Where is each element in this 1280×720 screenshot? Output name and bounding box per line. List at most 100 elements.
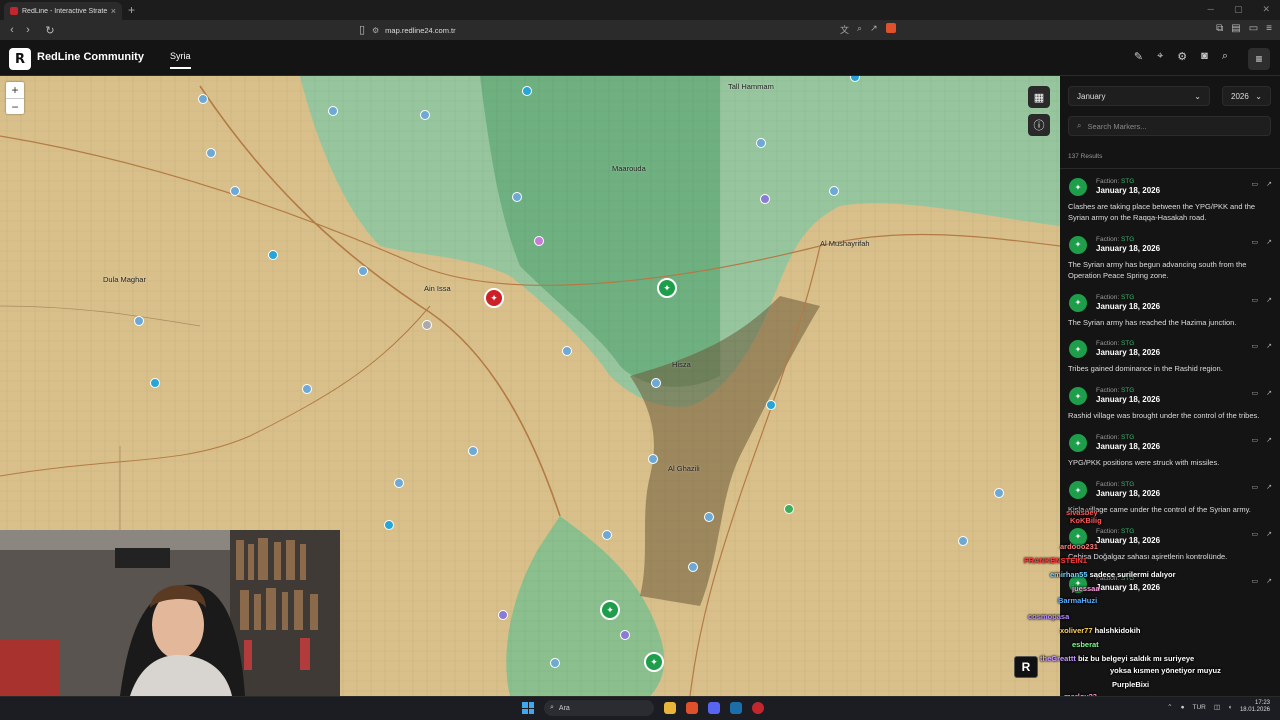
poi-pin-icon[interactable] xyxy=(766,400,776,410)
close-window-icon[interactable]: ✕ xyxy=(1262,4,1270,15)
video-icon[interactable]: ▭ xyxy=(1252,436,1259,444)
poi-pin-icon[interactable] xyxy=(602,530,612,540)
sidebar-icon[interactable]: ▤ xyxy=(1231,23,1240,34)
poi-pin-icon[interactable] xyxy=(760,194,770,204)
windows-start-icon[interactable] xyxy=(522,702,534,714)
open-external-icon[interactable]: ↗ xyxy=(1266,577,1272,585)
site-info-icon[interactable]: ⚙ xyxy=(372,26,379,35)
minimize-icon[interactable]: ─ xyxy=(1208,4,1214,15)
poi-pin-icon[interactable] xyxy=(328,106,338,116)
video-icon[interactable]: ▭ xyxy=(1252,342,1259,350)
zoom-icon[interactable]: ⌕ xyxy=(857,23,862,36)
browser-tab[interactable]: RedLine - Interactive Strategic M × xyxy=(4,2,122,20)
stg-event-marker-icon[interactable]: ✦ xyxy=(657,278,677,298)
camera-icon[interactable]: ◙ xyxy=(1201,50,1208,63)
month-select[interactable]: January ⌄ xyxy=(1068,86,1210,106)
forward-icon[interactable]: › xyxy=(20,24,36,36)
clock[interactable]: 17:23 18.01.2026 xyxy=(1240,700,1270,714)
zoom-out-button[interactable]: − xyxy=(6,98,24,114)
poi-pin-icon[interactable] xyxy=(829,186,839,196)
poi-pin-icon[interactable] xyxy=(206,148,216,158)
map-info-button[interactable]: ⓘ xyxy=(1028,114,1050,136)
discord-icon[interactable] xyxy=(708,702,720,714)
translate-icon[interactable]: 文 xyxy=(840,23,849,36)
poi-pin-icon[interactable] xyxy=(620,630,630,640)
wallet-icon[interactable]: ▭ xyxy=(1249,23,1258,34)
marker-entry[interactable]: ✦ ▭ ↗ Faction: STG January 18, 2026 The Syria… xyxy=(1060,288,1280,335)
video-icon[interactable]: ▭ xyxy=(1252,296,1259,304)
poi-pin-icon[interactable] xyxy=(302,384,312,394)
poi-pin-icon[interactable] xyxy=(198,94,208,104)
poi-pin-icon[interactable] xyxy=(512,192,522,202)
hamburger-menu-button[interactable]: ≡ xyxy=(1248,48,1270,70)
steam-icon[interactable] xyxy=(730,702,742,714)
language-indicator[interactable]: TUR xyxy=(1193,704,1206,711)
bookmark-icon[interactable]: ▯ xyxy=(354,23,370,36)
poi-pin-icon[interactable] xyxy=(394,478,404,488)
taskbar-search[interactable]: ⌕ Ara xyxy=(544,700,654,716)
poi-pin-icon[interactable] xyxy=(688,562,698,572)
poi-pin-icon[interactable] xyxy=(651,378,661,388)
marker-entry[interactable]: ✦ ▭ ↗ Faction: STG January 18, 2026 Rashid vi… xyxy=(1060,381,1280,428)
redline-logo[interactable]: R xyxy=(9,48,31,70)
poi-pin-icon[interactable] xyxy=(422,320,432,330)
video-icon[interactable]: ▭ xyxy=(1252,483,1259,491)
location-pin-icon[interactable]: ⌖ xyxy=(1157,50,1163,63)
marker-entry[interactable]: ✦ ▭ ↗ Faction: STG January 18, 2026 Clashes a… xyxy=(1060,172,1280,230)
poi-pin-icon[interactable] xyxy=(268,250,278,260)
browser-menu-icon[interactable]: ≡ xyxy=(1266,23,1272,34)
poi-pin-icon[interactable] xyxy=(784,504,794,514)
share-icon[interactable]: ↗ xyxy=(870,23,878,36)
poi-pin-icon[interactable] xyxy=(358,266,368,276)
brand-title[interactable]: RedLine Community xyxy=(37,51,144,63)
poi-pin-icon[interactable] xyxy=(150,378,160,388)
marker-entry[interactable]: ✦ ▭ ↗ Faction: STG January 18, 2026 YPG/PKK p… xyxy=(1060,428,1280,475)
file-explorer-icon[interactable] xyxy=(664,702,676,714)
network-icon[interactable]: ◫ xyxy=(1214,703,1220,711)
close-tab-icon[interactable]: × xyxy=(111,6,116,16)
poi-pin-icon[interactable] xyxy=(384,520,394,530)
poi-pin-icon[interactable] xyxy=(648,454,658,464)
poi-pin-icon[interactable] xyxy=(994,488,1004,498)
reload-icon[interactable]: ↻ xyxy=(42,24,58,37)
stg-event-marker-icon[interactable]: ✦ xyxy=(644,652,664,672)
video-icon[interactable]: ▭ xyxy=(1252,238,1259,246)
open-external-icon[interactable]: ↗ xyxy=(1266,483,1272,491)
brave-browser-icon[interactable] xyxy=(686,702,698,714)
open-external-icon[interactable]: ↗ xyxy=(1266,296,1272,304)
search-icon[interactable]: ⌕ xyxy=(1222,50,1228,63)
hostile-event-marker-icon[interactable]: ✦ xyxy=(484,288,504,308)
marker-search-input[interactable] xyxy=(1087,121,1258,131)
video-icon[interactable]: ▭ xyxy=(1252,180,1259,188)
open-external-icon[interactable]: ↗ xyxy=(1266,530,1272,538)
poi-pin-icon[interactable] xyxy=(704,512,714,522)
marker-entry[interactable]: ✦ ▭ ↗ Faction: STG January 18, 2026 Tribes ga… xyxy=(1060,334,1280,381)
poi-pin-icon[interactable] xyxy=(420,110,430,120)
map-layers-button[interactable]: ▦ xyxy=(1028,86,1050,108)
open-external-icon[interactable]: ↗ xyxy=(1266,342,1272,350)
new-tab-icon[interactable]: + xyxy=(128,3,135,17)
draw-icon[interactable]: ✎ xyxy=(1134,50,1143,63)
obs-icon[interactable] xyxy=(752,702,764,714)
poi-pin-icon[interactable] xyxy=(534,236,544,246)
poi-pin-icon[interactable] xyxy=(756,138,766,148)
open-external-icon[interactable]: ↗ xyxy=(1266,436,1272,444)
open-external-icon[interactable]: ↗ xyxy=(1266,389,1272,397)
extensions-icon[interactable]: ⧉ xyxy=(1216,23,1223,34)
poi-pin-icon[interactable] xyxy=(550,658,560,668)
poi-pin-icon[interactable] xyxy=(230,186,240,196)
poi-pin-icon[interactable] xyxy=(562,346,572,356)
tray-overflow-icon[interactable]: ⌃ xyxy=(1167,703,1172,711)
poi-pin-icon[interactable] xyxy=(468,446,478,456)
poi-pin-icon[interactable] xyxy=(134,316,144,326)
poi-pin-icon[interactable] xyxy=(958,536,968,546)
marker-entry[interactable]: ✦ ▭ ↗ Faction: STG January 18, 2026 The Syria… xyxy=(1060,230,1280,288)
tab-syria[interactable]: Syria xyxy=(170,51,191,69)
poi-pin-icon[interactable] xyxy=(498,610,508,620)
maximize-icon[interactable]: ▢ xyxy=(1234,4,1243,15)
zoom-in-button[interactable]: + xyxy=(6,82,24,98)
settings-gear-icon[interactable]: ⚙ xyxy=(1177,50,1187,63)
back-icon[interactable]: ‹ xyxy=(4,24,20,36)
mic-icon[interactable]: ● xyxy=(1181,704,1185,711)
shields-icon[interactable] xyxy=(885,23,896,36)
